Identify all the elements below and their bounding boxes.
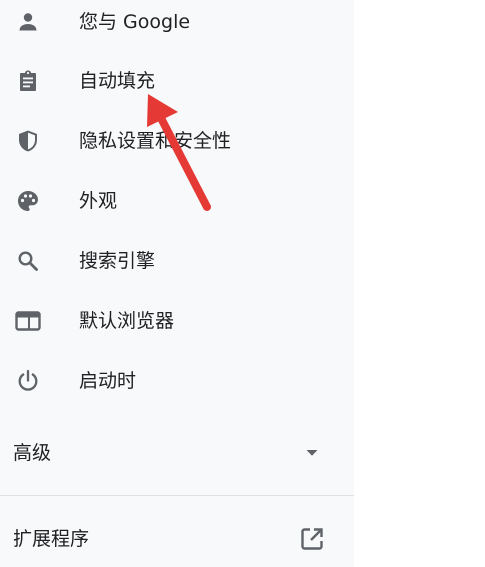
advanced-toggle[interactable]: 高级: [0, 431, 354, 475]
open-in-new-icon: [298, 525, 326, 553]
sidebar-item-search-engine[interactable]: 搜索引擎: [0, 239, 354, 283]
search-icon: [15, 248, 41, 274]
shield-icon: [15, 128, 41, 154]
sidebar-item-label: 自动填充: [79, 70, 156, 92]
extensions-link[interactable]: 扩展程序: [0, 517, 354, 561]
sidebar-item-privacy-and-security[interactable]: 隐私设置和安全性: [0, 119, 354, 163]
clipboard-icon: [15, 68, 41, 94]
power-icon: [15, 368, 41, 394]
sidebar-item-autofill[interactable]: 自动填充: [0, 59, 354, 103]
sidebar-item-label: 搜索引擎: [79, 250, 156, 272]
dropdown-arrow-icon: [298, 439, 326, 467]
sidebar-item-label: 启动时: [79, 370, 137, 392]
browser-window-icon: [15, 308, 41, 334]
divider: [0, 495, 354, 496]
sidebar-item-appearance[interactable]: 外观: [0, 179, 354, 223]
sidebar-item-label: 隐私设置和安全性: [79, 130, 232, 152]
sidebar-item-label: 外观: [79, 190, 118, 212]
sidebar-item-on-startup[interactable]: 启动时: [0, 359, 354, 403]
content-area: [354, 0, 485, 567]
person-icon: [15, 9, 41, 35]
sidebar-item-default-browser[interactable]: 默认浏览器: [0, 299, 354, 343]
palette-icon: [15, 188, 41, 214]
sidebar-item-label: 您与 Google: [79, 11, 191, 33]
advanced-label: 高级: [13, 442, 52, 464]
extensions-label: 扩展程序: [13, 528, 90, 550]
sidebar-item-you-and-google[interactable]: 您与 Google: [0, 0, 354, 44]
sidebar-item-label: 默认浏览器: [79, 310, 175, 332]
